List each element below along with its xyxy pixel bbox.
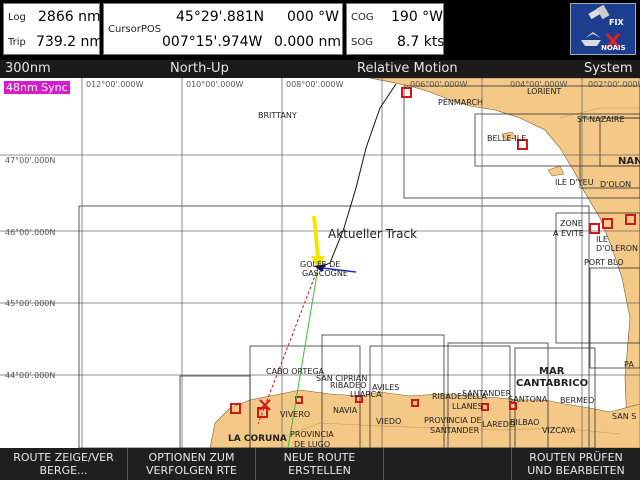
softkey-follow-route-options[interactable]: OPTIONEN ZUM VERFOLGEN RTE (128, 448, 256, 480)
place-ile-dyeu: ILE D'YEU (555, 178, 594, 187)
softkey-bar: ROUTE ZEIGE/VER BERGE... OPTIONEN ZUM VE… (0, 448, 640, 480)
place-ile-doleron: ILE D'OLERON (596, 235, 639, 253)
log-value: 2866 nm (38, 9, 101, 25)
lon-label-2w: 002°00'.000W (588, 80, 640, 89)
orientation-label[interactable]: North-Up (170, 61, 229, 76)
sync-label: 48nm Sync (4, 81, 70, 94)
trip-label: Trip (8, 37, 26, 48)
softkey-empty[interactable] (384, 448, 512, 480)
softkey-new-route[interactable]: NEUE ROUTE ERSTELLEN (256, 448, 384, 480)
place-golfe: GOLFE DE (300, 260, 341, 269)
cog-value: 190 °W (391, 9, 444, 25)
softkey-label-line1: NEUE ROUTE (283, 451, 356, 464)
place-san-s: SAN S (612, 412, 637, 421)
track-label: Aktueller Track (328, 227, 418, 241)
place-mar: MAR (539, 366, 565, 377)
sog-value: 8.7 kts (397, 34, 445, 50)
place-st-nazaire: ST-NAZAIRE (577, 115, 625, 124)
place-bilbao: BILBAO (510, 418, 540, 427)
place-lorient: LORIENT (527, 87, 562, 96)
place-bermeo: BERMEO (560, 396, 595, 405)
place-prov-santander-1: PROVINCIA DE (424, 416, 482, 425)
softkey-label-line1: ROUTEN PRÜFEN (529, 451, 623, 464)
place-a-evite: A EVITE (553, 229, 584, 238)
place-ribadeo: RIBADEO (330, 381, 367, 390)
softkey-label-line2: BERGE... (39, 464, 88, 477)
cursor-label: CursorPOS (108, 24, 162, 35)
softkey-label-line2: VERFOLGEN RTE (146, 464, 237, 477)
cursor-longitude: 007°15'.974W (162, 34, 263, 50)
lat-label-47n: 47°00'.000N (5, 156, 56, 165)
softkey-label-line1: OPTIONEN ZUM (148, 451, 235, 464)
place-penmarch: PENMARCH (438, 98, 483, 107)
place-luarca: LUARCA (350, 390, 382, 399)
cursor-bearing: 000 °W (287, 9, 340, 25)
softkey-label-line2: UND BEARBEITEN (527, 464, 625, 477)
lon-label-12w: 012°00'.000W (86, 80, 144, 89)
lat-label-45n: 45°00'.000N (5, 299, 56, 308)
place-port-blo: PORT BLO (584, 258, 624, 267)
softkey-label-line1: ROUTE ZEIGE/VER (13, 451, 114, 464)
chart-header-bar: 300nm North-Up Relative Motion System (0, 60, 640, 78)
softkey-label-line2: ERSTELLEN (288, 464, 351, 477)
sog-label: SOG (351, 37, 373, 48)
place-nan: NAN (618, 156, 640, 167)
motion-label[interactable]: Relative Motion (357, 61, 458, 76)
place-olon: D'OLON (600, 180, 632, 189)
range-label[interactable]: 300nm (5, 61, 51, 76)
place-llanes: LLANES (452, 402, 483, 411)
lat-label-44n: 44°00'.000N (5, 371, 56, 380)
cog-sog-panel: COG 190 °W SOG 8.7 kts (346, 3, 445, 55)
noais-badge: NOAIS (601, 44, 626, 52)
place-provincia: PROVINCIA (290, 430, 334, 439)
place-prov-santander-2: SANTANDER (430, 426, 480, 435)
place-vizcaya: VIZCAYA (542, 426, 576, 435)
softkey-route-show-hide[interactable]: ROUTE ZEIGE/VER BERGE... (0, 448, 128, 480)
place-gascogne: GASCOGNE (302, 269, 348, 278)
place-zone: ZONE (560, 219, 583, 228)
lon-label-8w: 008°00'.000W (286, 80, 344, 89)
chart-view[interactable]: 012°00'.000W 010°00'.000W 008°00'.000W 0… (0, 78, 640, 448)
trip-value: 739.2 nm (36, 34, 104, 50)
place-pa: PA (624, 360, 634, 369)
cursor-latitude: 45°29'.881N (176, 9, 265, 25)
log-trip-panel: Log 2866 nm Trip 739.2 nm (3, 3, 104, 55)
place-ribadesella: RIBADESELLA (432, 392, 487, 401)
place-brittany: BRITTANY (258, 111, 297, 120)
place-belle-ile: BELLE-ILE (487, 134, 527, 143)
lat-label-46n: 46°00'.000N (5, 228, 56, 237)
place-santona: SANTONA (508, 395, 548, 404)
fix-badge: FIX (609, 18, 624, 27)
place-de-lugo: DE LUGO (294, 440, 331, 448)
gps-ais-status-badge: FIX NOAIS (570, 3, 636, 55)
cursor-distance: 0.000 nm (274, 34, 342, 50)
place-navia: NAVIA (333, 406, 358, 415)
place-cantabrico: CANTABRICO (516, 378, 589, 389)
lon-label-10w: 010°00'.000W (186, 80, 244, 89)
log-label: Log (8, 12, 26, 23)
cursor-position-panel: CursorPOS 45°29'.881N 007°15'.974W 000 °… (103, 3, 343, 55)
system-menu[interactable]: System (584, 61, 632, 76)
place-viedo: VIEDO (376, 417, 402, 426)
cog-label: COG (351, 12, 374, 23)
place-vivero: VIVERO (280, 410, 311, 419)
lon-label-6w: 006°00'.000W (410, 80, 468, 89)
heading-arrow (312, 215, 320, 257)
softkey-check-edit-routes[interactable]: ROUTEN PRÜFEN UND BEARBEITEN (512, 448, 640, 480)
place-la-coruna: LA CORUNA (228, 434, 287, 444)
